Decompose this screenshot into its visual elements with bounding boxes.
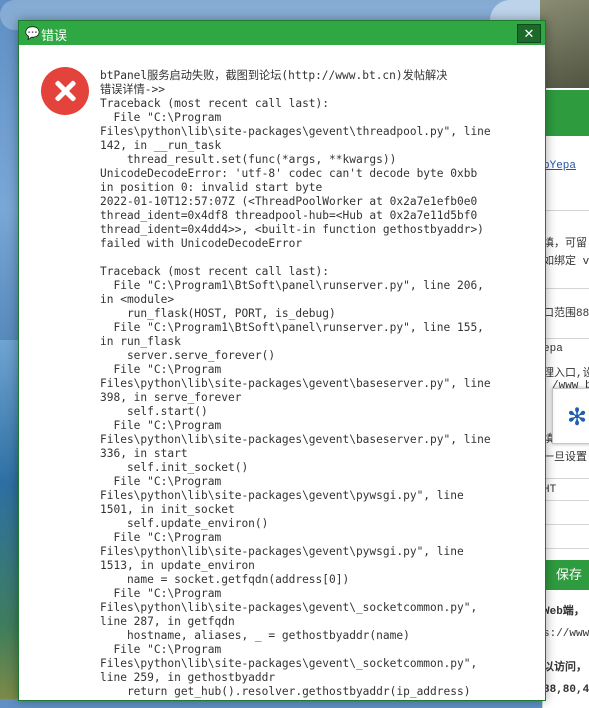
error-message-line: self.start() <box>126 405 208 418</box>
error-message-line: UnicodeDecodeError: 'utf-8' codec can't … <box>100 167 478 180</box>
error-dialog: 💬 错误 ✕ btPanel服务启动失败，截图到论坛(http://www.bt… <box>18 20 546 701</box>
error-message-line: Files\python\lib\site-packages\gevent\_s… <box>100 657 478 670</box>
error-message-line: 142, in __run_task <box>100 139 222 152</box>
error-message-line: thread_result.set(func(*args, **kwargs)) <box>126 153 397 166</box>
error-message-line: in position 0: invalid start byte <box>100 181 323 194</box>
error-message-line: server.serve_forever() <box>126 349 276 362</box>
error-message-line: Files\python\lib\site-packages\gevent\ba… <box>100 433 491 446</box>
background-app-text: 口范围88 <box>543 308 589 320</box>
error-message-line: failed with UnicodeDecodeError <box>100 237 303 250</box>
error-message-line: run_flask(HOST, PORT, is_debug) <box>126 307 336 320</box>
error-message-line: File "C:\Program <box>113 475 222 488</box>
error-message-line: 1513, in update_environ <box>100 559 255 572</box>
background-save-button[interactable]: 保存配 <box>544 560 589 612</box>
error-message-line: Files\python\lib\site-packages\gevent\py… <box>100 545 464 558</box>
background-app-text: 填，可留 <box>543 238 587 250</box>
error-message-line: in <module> <box>100 293 175 306</box>
error-message-line: File "C:\Program <box>113 111 222 124</box>
error-message-line: self.init_socket() <box>126 461 249 474</box>
error-icon <box>41 67 89 115</box>
error-message-line: Files\python\lib\site-packages\gevent\py… <box>100 489 464 502</box>
dialog-titlebar[interactable]: 💬 错误 ✕ <box>19 21 545 45</box>
error-message-line: Files\python\lib\site-packages\gevent\ba… <box>100 377 491 390</box>
dialog-title: 错误 <box>41 28 68 43</box>
error-message-line: thread_ident=0x4df8 threadpool-hub=<Hub … <box>100 209 478 222</box>
error-message-line: 398, in serve_forever <box>100 391 242 404</box>
background-app-text: 如绑定 v <box>543 256 589 268</box>
spinner-icon: ✻ <box>567 404 588 431</box>
error-message-line: File "C:\Program1\BtSoft\panel\runserver… <box>113 279 484 292</box>
error-message-line: self.update_environ() <box>126 517 269 530</box>
background-app-header <box>542 90 589 136</box>
error-message-line: line 259, in gethostbyaddr <box>100 671 276 684</box>
background-app-text: 一旦设置 <box>543 452 587 464</box>
error-message-line: File "C:\Program <box>113 419 222 432</box>
loading-spinner: ✻ <box>552 388 589 444</box>
error-message: btPanel服务启动失败，截图到论坛(http://www.bt.cn)发帖解… <box>100 69 540 699</box>
background-app-text: s://www <box>543 628 589 640</box>
error-message-line: Traceback (most recent call last): <box>100 265 330 278</box>
background-app-text: 以访问， <box>543 662 587 674</box>
error-message-line: 2022-01-10T12:57:07Z (<ThreadPoolWorker … <box>100 195 478 208</box>
error-message-line: File "C:\Program <box>113 531 222 544</box>
error-message-line: btPanel服务启动失败，截图到论坛(http://www.bt.cn)发帖解… <box>100 69 448 82</box>
error-message-line: line 287, in getfqdn <box>100 615 235 628</box>
error-message-line: File "C:\Program <box>113 587 222 600</box>
error-message-line: File "C:\Program <box>113 643 222 656</box>
error-message-line: 336, in start <box>100 447 188 460</box>
error-message-line: File "C:\Program <box>113 363 222 376</box>
close-button[interactable]: ✕ <box>517 24 541 43</box>
error-message-line: Traceback (most recent call last): <box>100 97 330 110</box>
error-message-line: return get_hub().resolver.gethostbyaddr(… <box>100 685 471 698</box>
background-app-text: 理入口,设 <box>543 368 589 380</box>
background-app-text: 88,80,4 <box>543 684 589 696</box>
background-app-text: Web端， <box>543 606 585 618</box>
error-message-line: in run_flask <box>100 335 181 348</box>
error-message-line: hostname, aliases, _ = gethostbyaddr(nam… <box>126 629 410 642</box>
error-message-line: 错误详情->> <box>100 83 165 96</box>
chat-bubble-icon: 💬 <box>25 26 40 40</box>
error-message-line: Files\python\lib\site-packages\gevent\th… <box>100 125 491 138</box>
error-message-line: 1501, in init_socket <box>100 503 235 516</box>
error-message-line: File "C:\Program1\BtSoft\panel\runserver… <box>113 321 484 334</box>
error-message-line: thread_ident=0x4dd4>>, <built-in functio… <box>100 223 484 236</box>
error-message-line: Files\python\lib\site-packages\gevent\_s… <box>100 601 478 614</box>
background-app-link[interactable]: bYepa <box>543 160 576 172</box>
error-message-line: name = socket.getfqdn(address[0]) <box>126 573 350 586</box>
